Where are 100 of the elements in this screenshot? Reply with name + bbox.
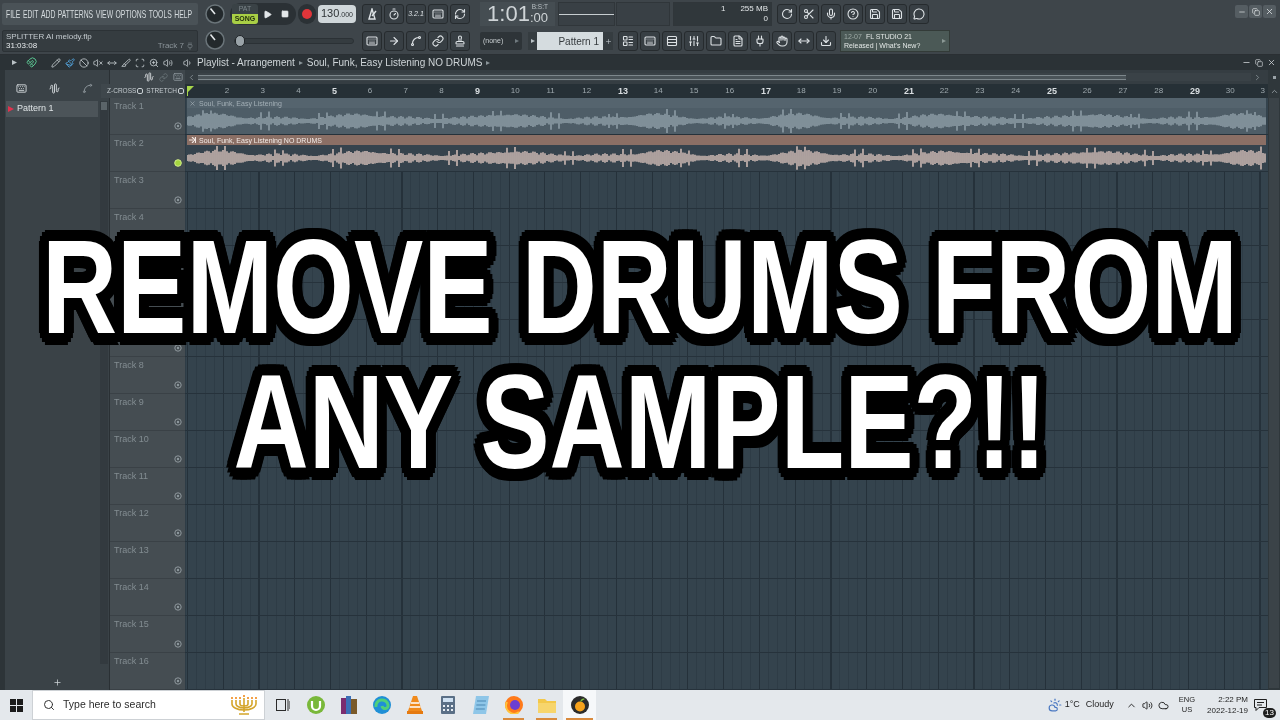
- frame-corners-icon[interactable]: [135, 57, 145, 68]
- position-slider[interactable]: [234, 38, 354, 44]
- status-dot-icon[interactable]: [174, 122, 182, 130]
- status-dot-icon[interactable]: [174, 677, 182, 685]
- menu-item[interactable]: ADD: [40, 7, 56, 21]
- channel-rack-button[interactable]: [662, 31, 682, 51]
- loop-record-button[interactable]: [450, 4, 470, 24]
- mute-icon[interactable]: [93, 57, 103, 68]
- status-dot-icon[interactable]: [174, 640, 182, 648]
- undo-button[interactable]: [777, 4, 797, 24]
- cloud-icon[interactable]: [1157, 699, 1169, 711]
- metronome-button[interactable]: [362, 4, 382, 24]
- status-dot-icon[interactable]: [174, 529, 182, 537]
- brush-icon[interactable]: [65, 57, 75, 68]
- close-icon[interactable]: [1267, 58, 1276, 67]
- headline-text: ANY SAMPLE?!!: [233, 364, 1047, 480]
- waveform-icon[interactable]: [49, 83, 60, 94]
- temperature[interactable]: 1°C: [1064, 698, 1080, 712]
- picker-item[interactable]: Pattern 1: [6, 101, 98, 117]
- waveform-icon[interactable]: [144, 72, 154, 82]
- weather-icon[interactable]: [1047, 698, 1062, 712]
- triangle-icon[interactable]: [12, 60, 17, 65]
- piano-roll-button[interactable]: [640, 31, 660, 51]
- bar-number: 11: [546, 86, 555, 96]
- search-field[interactable]: Type here to search: [63, 697, 213, 713]
- ban-icon[interactable]: [79, 57, 89, 68]
- refresh-icon: [454, 8, 466, 20]
- scroll-right-icon[interactable]: [1253, 72, 1262, 82]
- download-button[interactable]: [816, 31, 836, 51]
- speaker-icon[interactable]: [1141, 699, 1153, 711]
- slider-thumb[interactable]: [235, 35, 245, 47]
- browser-button[interactable]: [706, 31, 726, 51]
- knife-icon[interactable]: [121, 57, 131, 68]
- record-audio-button[interactable]: [821, 4, 841, 24]
- status-dot-icon[interactable]: [174, 344, 182, 352]
- bar-number: 20: [868, 86, 878, 96]
- clock-time[interactable]: 2:22 PM: [1218, 694, 1248, 705]
- menu-item[interactable]: TOOLS: [148, 7, 172, 21]
- restore-icon[interactable]: [1255, 58, 1263, 67]
- menu-item[interactable]: HELP: [174, 7, 193, 21]
- playhead-marker-icon[interactable]: [187, 86, 194, 96]
- save-new-button[interactable]: [887, 4, 907, 24]
- clock-date[interactable]: 2022-12-19: [1207, 705, 1248, 716]
- plus-icon[interactable]: [52, 678, 62, 687]
- notification-icon[interactable]: [1254, 699, 1267, 711]
- knob-icon[interactable]: [205, 4, 225, 24]
- menu-item[interactable]: FILE: [6, 7, 21, 21]
- stamp-button[interactable]: [450, 31, 470, 51]
- wait-button[interactable]: [384, 4, 404, 24]
- status-dot-icon[interactable]: [174, 381, 182, 389]
- restore-button[interactable]: [1249, 5, 1262, 18]
- status-dot-icon[interactable]: [174, 492, 182, 500]
- chat-button[interactable]: [909, 4, 929, 24]
- hand-icon: [776, 35, 788, 47]
- add-pattern-button[interactable]: [603, 32, 613, 50]
- status-dot-icon[interactable]: [174, 603, 182, 611]
- menu-item[interactable]: PATTERNS: [57, 7, 94, 21]
- previous-pattern-button[interactable]: [528, 32, 537, 50]
- toggle-checkbox[interactable]: [137, 88, 144, 94]
- status-dot-icon[interactable]: [174, 566, 182, 574]
- mixer-button[interactable]: [684, 31, 704, 51]
- pencil-icon[interactable]: [51, 57, 61, 68]
- knob-icon[interactable]: [205, 30, 225, 50]
- taskbar-app[interactable]: [563, 690, 596, 720]
- record-dot-icon: [302, 9, 312, 19]
- save-button[interactable]: [865, 4, 885, 24]
- search-box[interactable]: Type here to search: [32, 690, 265, 720]
- keyboard-button[interactable]: [428, 4, 448, 24]
- horizontal-scrollbar[interactable]: [198, 73, 1251, 81]
- timeline-ruler[interactable]: 2 3 4 5 6 7 8 9 10 11 12 13 14 15 16 17 18 19 20 21 22 23 24 25 26 27 28 29 30 3: [185, 84, 1268, 98]
- magnet-icon[interactable]: [26, 57, 37, 68]
- weather-condition[interactable]: Cloudy: [1085, 698, 1114, 712]
- playlist-button[interactable]: [618, 31, 638, 51]
- touch-button[interactable]: [772, 31, 792, 51]
- status-dot-icon[interactable]: [174, 418, 182, 426]
- plugin-button[interactable]: [750, 31, 770, 51]
- zoom-icon[interactable]: [149, 57, 159, 68]
- project-button[interactable]: [728, 31, 748, 51]
- close-button[interactable]: [1263, 5, 1276, 18]
- menu-item[interactable]: OPTIONS: [115, 7, 147, 21]
- typing-keyboard-button[interactable]: [362, 31, 382, 51]
- link-button[interactable]: [428, 31, 448, 51]
- toggle-checkbox[interactable]: [178, 88, 184, 94]
- slide-button[interactable]: [406, 31, 426, 51]
- help-button[interactable]: [843, 4, 863, 24]
- scroll-left-icon[interactable]: [187, 72, 196, 82]
- pattern-selector[interactable]: Pattern 1: [537, 32, 603, 50]
- speaker-icon[interactable]: [183, 57, 193, 68]
- speaker-icon[interactable]: [163, 57, 173, 68]
- four-squares-icon: [9, 698, 23, 712]
- menu-item[interactable]: EDIT: [22, 7, 39, 21]
- move-button[interactable]: [794, 31, 814, 51]
- cut-button[interactable]: [799, 4, 819, 24]
- breadcrumb-item[interactable]: Soul, Funk, Easy Listening NO DRUMS: [306, 56, 483, 69]
- square-icon[interactable]: [1272, 75, 1276, 79]
- status-dot-icon[interactable]: [174, 455, 182, 463]
- curve-icon[interactable]: [82, 83, 93, 94]
- step-button[interactable]: [384, 31, 404, 51]
- status-dot-icon[interactable]: [174, 196, 182, 204]
- menu-item[interactable]: VIEW: [95, 7, 114, 21]
